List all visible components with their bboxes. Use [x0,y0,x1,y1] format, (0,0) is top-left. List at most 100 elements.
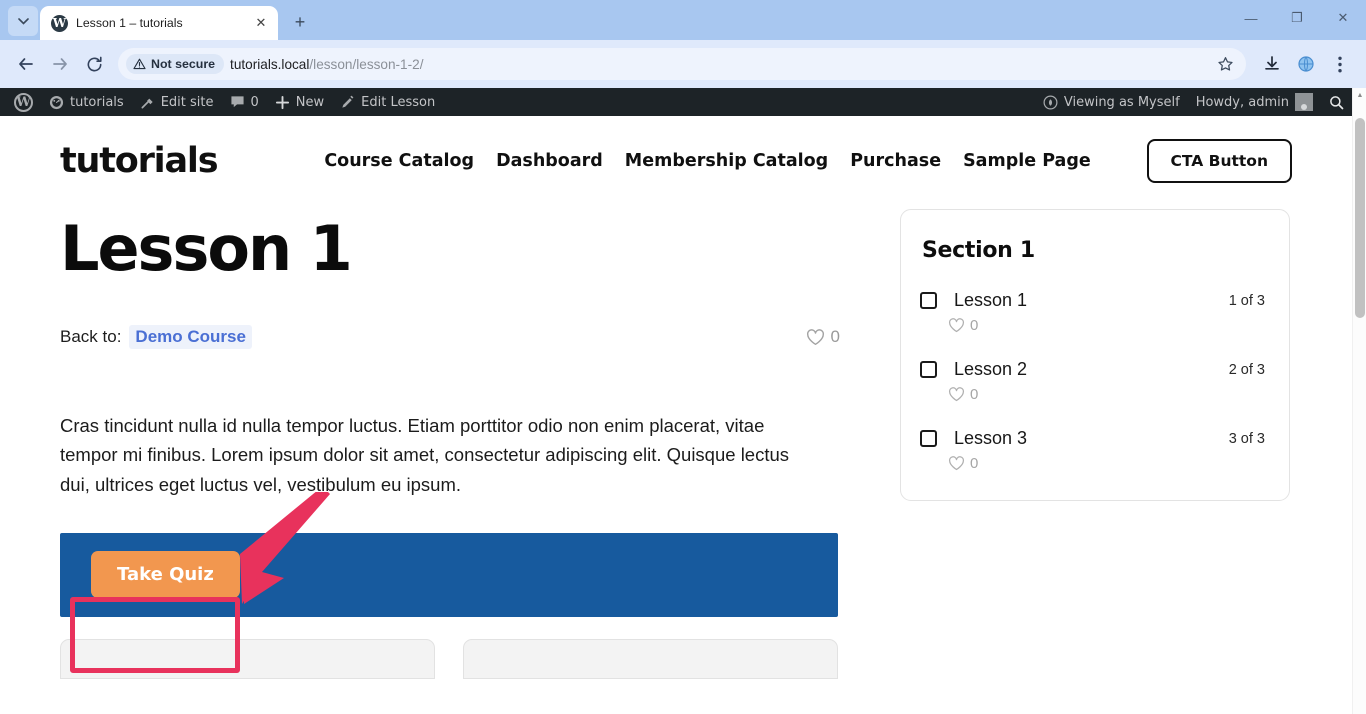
sidebar-like-button[interactable]: 0 [948,317,1265,334]
address-bar[interactable]: Not secure tutorials.local/lesson/lesson… [118,48,1246,80]
new-tab-button[interactable]: + [286,8,314,36]
howdy-label: Howdy, admin [1195,94,1289,110]
minimize-button[interactable]: — [1228,0,1274,36]
sidebar-lesson-link[interactable]: Lesson 2 [954,359,1027,380]
quiz-panel: Take Quiz [60,532,838,617]
eye-globe-icon [1043,95,1058,110]
lesson-complete-checkbox[interactable] [920,292,937,309]
downloads-button[interactable] [1256,48,1288,80]
scroll-up-arrow[interactable]: ▲ [1353,88,1366,102]
scrollbar-thumb[interactable] [1355,118,1365,318]
tab-title: Lesson 1 – tutorials [76,16,183,30]
bottom-card-right[interactable] [463,638,838,679]
wordpress-logo-icon: W [14,92,33,112]
lesson-like-count: 0 [830,327,840,347]
page-scrollbar[interactable]: ▲ [1352,88,1366,714]
sidebar-like-button[interactable]: 0 [948,386,1265,403]
sidebar-like-button[interactable]: 0 [948,455,1265,472]
search-icon [1329,95,1344,110]
tab-strip: W Lesson 1 – tutorials ✕ + — ❐ ✕ [0,0,1366,40]
take-quiz-button[interactable]: Take Quiz [91,551,240,599]
avatar-head [1301,104,1307,110]
extension-globe-icon[interactable] [1290,48,1322,80]
url-text: tutorials.local/lesson/lesson-1-2/ [230,57,1204,72]
admin-bar-wp-logo[interactable]: W [6,88,41,116]
lesson-row-top: Lesson 2 2 of 3 [920,359,1265,380]
admin-bar-item-edit-site[interactable]: Edit site [132,88,222,116]
admin-bar-item-edit-lesson[interactable]: Edit Lesson [332,88,443,116]
lesson-body-text: Cras tincidunt nulla id nulla tempor luc… [60,415,790,495]
browser-window: W Lesson 1 – tutorials ✕ + — ❐ ✕ Not sec… [0,0,1366,714]
avatar [1295,93,1313,111]
close-tab-icon[interactable]: ✕ [252,14,270,32]
reload-icon [87,56,102,71]
list-item: Lesson 1 1 of 3 0 [920,290,1265,334]
bottom-card-left[interactable] [60,638,435,679]
security-status-badge[interactable]: Not secure [126,54,225,74]
back-to-course-row: Back to: Demo Course 0 [60,325,840,350]
tab-search-button[interactable] [8,6,38,36]
admin-bar-item-comments[interactable]: 0 [222,88,267,116]
hammer-icon [140,95,155,110]
admin-bar-edit-site-label: Edit site [160,94,214,110]
sidebar-like-count: 0 [970,386,979,403]
nav-item-membership-catalog[interactable]: Membership Catalog [625,151,828,171]
browser-menu-button[interactable] [1324,48,1356,80]
arrow-right-icon [53,58,67,70]
url-host: tutorials.local [230,56,310,72]
lesson-complete-checkbox[interactable] [920,430,937,447]
primary-navigation: Course Catalog Dashboard Membership Cata… [324,151,1090,171]
list-item: Lesson 3 3 of 3 0 [920,428,1265,472]
sidebar-like-count: 0 [970,317,979,334]
viewing-as-label: Viewing as Myself [1063,94,1180,110]
admin-bar-search[interactable] [1321,88,1352,116]
lesson-row-top: Lesson 1 1 of 3 [920,290,1265,311]
maximize-button[interactable]: ❐ [1274,0,1320,36]
bottom-cards-row [60,638,840,679]
site-content: tutorials Course Catalog Dashboard Membe… [0,116,1352,714]
nav-item-dashboard[interactable]: Dashboard [496,151,603,171]
back-button[interactable] [10,48,42,80]
close-window-button[interactable]: ✕ [1320,0,1366,36]
lesson-complete-checkbox[interactable] [920,361,937,378]
admin-bar-viewing-as[interactable]: Viewing as Myself [1035,88,1188,116]
lesson-position: 1 of 3 [1228,292,1265,309]
heart-outline-icon [949,318,964,333]
cta-button[interactable]: CTA Button [1146,139,1292,183]
star-icon [1217,56,1233,71]
admin-bar-site-label: tutorials [70,94,124,110]
site-logo[interactable]: tutorials [60,141,219,181]
lesson-position: 2 of 3 [1228,361,1265,378]
section-title: Section 1 [922,238,1035,263]
heart-outline-icon [949,456,964,471]
nav-item-sample-page[interactable]: Sample Page [963,151,1091,171]
sidebar-lesson-link[interactable]: Lesson 1 [954,290,1027,311]
section-card: Section 1 Lesson 1 1 of 3 0 Lesson 2 2 o… [900,209,1290,501]
bookmark-star-icon[interactable] [1210,49,1240,79]
heart-outline-icon [949,387,964,402]
admin-bar-my-account[interactable]: Howdy, admin [1188,88,1321,116]
site-header: tutorials Course Catalog Dashboard Membe… [0,116,1352,206]
nav-item-course-catalog[interactable]: Course Catalog [324,151,474,171]
course-link[interactable]: Demo Course [129,325,252,350]
download-icon [1265,56,1279,70]
admin-bar-edit-lesson-label: Edit Lesson [361,94,436,110]
main-column: Lesson 1 Back to: Demo Course 0 Cras tin… [60,206,840,679]
content-area: Lesson 1 Back to: Demo Course 0 Cras tin… [0,206,1352,679]
plus-icon [275,95,290,110]
lesson-like-button[interactable]: 0 [806,327,840,347]
wp-admin-bar: W tutorials Edit site 0 New Edit Lesson … [0,88,1352,116]
sidebar-lesson-link[interactable]: Lesson 3 [954,428,1027,449]
chevron-down-icon [17,17,29,25]
page-viewport: W tutorials Edit site 0 New Edit Lesson … [0,88,1366,714]
list-item: Lesson 2 2 of 3 0 [920,359,1265,403]
pencil-icon [340,95,355,110]
admin-bar-item-site[interactable]: tutorials [41,88,132,116]
nav-item-purchase[interactable]: Purchase [850,151,941,171]
browser-tab[interactable]: W Lesson 1 – tutorials ✕ [40,6,278,40]
forward-button[interactable] [44,48,76,80]
admin-bar-item-new[interactable]: New [267,88,332,116]
reload-button[interactable] [78,48,110,80]
browser-toolbar: Not secure tutorials.local/lesson/lesson… [0,40,1366,88]
back-to-label: Back to: [60,327,122,347]
